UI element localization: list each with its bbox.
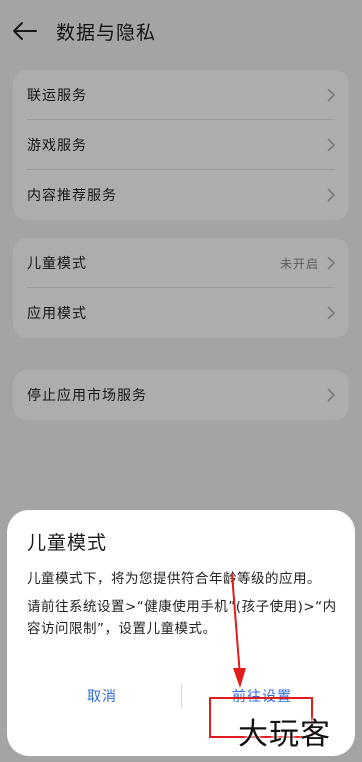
dialog-title: 儿童模式 (27, 532, 108, 554)
dialog-paragraph: 请前往系统设置>“健康使用手机”(孩子使用)>“内容访问限制”，设置儿童模式。 (27, 599, 337, 637)
dialog-body: 儿童模式下，将为您提供符合年龄等级的应用。 请前往系统设置>“健康使用手机”(孩… (27, 568, 343, 640)
settings-page: 数据与隐私 联运服务 游戏服务 内容推荐服务 儿童模式 未开启 应用模式 停止应… (0, 0, 362, 762)
watermark: 大玩客 (238, 717, 331, 752)
button-divider (181, 684, 182, 708)
dialog-paragraph: 儿童模式下，将为您提供符合年龄等级的应用。 (27, 571, 321, 587)
cancel-button[interactable]: 取消 (27, 676, 177, 716)
